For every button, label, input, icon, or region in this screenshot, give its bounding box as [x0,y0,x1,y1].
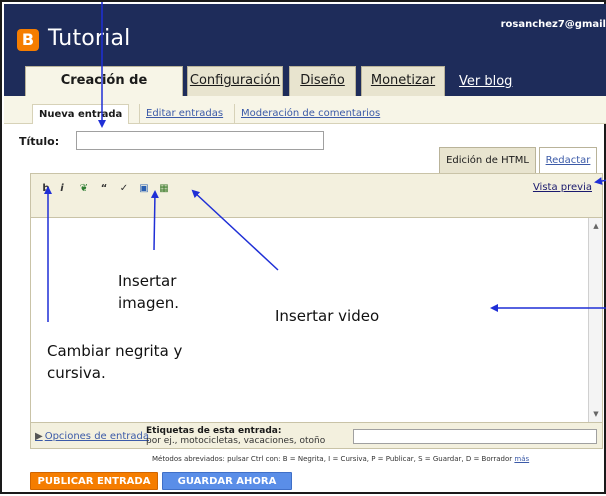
sub-navigation: Nueva entrada Editar entradas Moderación… [4,96,606,124]
subtab-moderacion-comentarios[interactable]: Moderación de comentarios [234,104,386,124]
view-blog-link[interactable]: Ver blog [459,74,512,89]
labels-hint: por ej., motocicletas, vacaciones, otoño [146,436,326,446]
link-icon[interactable]: ❦ [77,182,91,196]
editor-toolbar: b i ❦ “ ✓ ▣ ▦ Vista previa [30,173,603,217]
title-input[interactable] [76,131,324,150]
subtab-nueva-entrada[interactable]: Nueva entrada [32,104,130,124]
labels-input[interactable] [353,429,597,444]
screenshot-frame: B Tutorial rosanchez7@gmail Creación de … [0,0,606,494]
tab-diseno[interactable]: Diseño [289,66,356,96]
annotation-insert-video: Insertar video [275,307,380,325]
title-label: Título: [19,135,60,148]
quote-icon[interactable]: “ [97,182,111,196]
preview-link[interactable]: Vista previa [533,182,592,193]
save-now-button[interactable]: GUARDAR AHORA [162,472,292,490]
post-options-label: Opciones de entrada [44,431,149,442]
tab-edicion-html[interactable]: Edición de HTML [439,147,536,173]
shortcuts-text: Métodos abreviados: pulsar Ctrl con: B =… [152,455,513,463]
editor-scrollbar[interactable]: ▲ ▼ [588,218,602,422]
blogger-logo-icon: B [17,29,39,51]
annotation-insert-image-line2: imagen. [118,294,179,312]
tab-configuracion[interactable]: Configuración [187,66,283,96]
scroll-up-icon[interactable]: ▲ [592,222,600,230]
bold-icon[interactable]: b [39,182,53,196]
spellcheck-icon[interactable]: ✓ [117,182,131,196]
tab-monetizar[interactable]: Monetizar [361,66,445,96]
shortcuts-hint: Métodos abreviados: pulsar Ctrl con: B =… [152,455,529,463]
tab-redactar[interactable]: Redactar [539,147,597,173]
labels-title: Etiquetas de esta entrada: [146,426,282,436]
blog-title: Tutorial [48,26,131,51]
subtab-editar-entradas[interactable]: Editar entradas [139,104,229,124]
shortcuts-more-link[interactable]: más [514,455,529,463]
post-options-link[interactable]: ▶ Opciones de entrada [35,431,149,442]
post-options-bar: ▶ Opciones de entrada Etiquetas de esta e… [30,423,603,449]
publish-button[interactable]: PUBLICAR ENTRADA [30,472,158,490]
annotation-insert-image: Insertar imagen. [118,270,179,314]
insert-video-icon[interactable]: ▦ [157,182,171,196]
scroll-down-icon[interactable]: ▼ [592,410,600,418]
insert-image-icon[interactable]: ▣ [137,182,151,196]
annotation-bold-italic: Cambiar negrita y cursiva. [47,340,182,384]
annotation-bold-italic-line2: cursiva. [47,364,106,382]
expand-arrow-icon: ▶ [35,431,43,442]
user-email: rosanchez7@gmail [500,19,606,30]
annotation-insert-image-line1: Insertar [118,272,177,290]
italic-icon[interactable]: i [55,182,69,196]
tab-creacion-entradas[interactable]: Creación de entradas [25,66,183,116]
annotation-bold-italic-line1: Cambiar negrita y [47,342,183,360]
